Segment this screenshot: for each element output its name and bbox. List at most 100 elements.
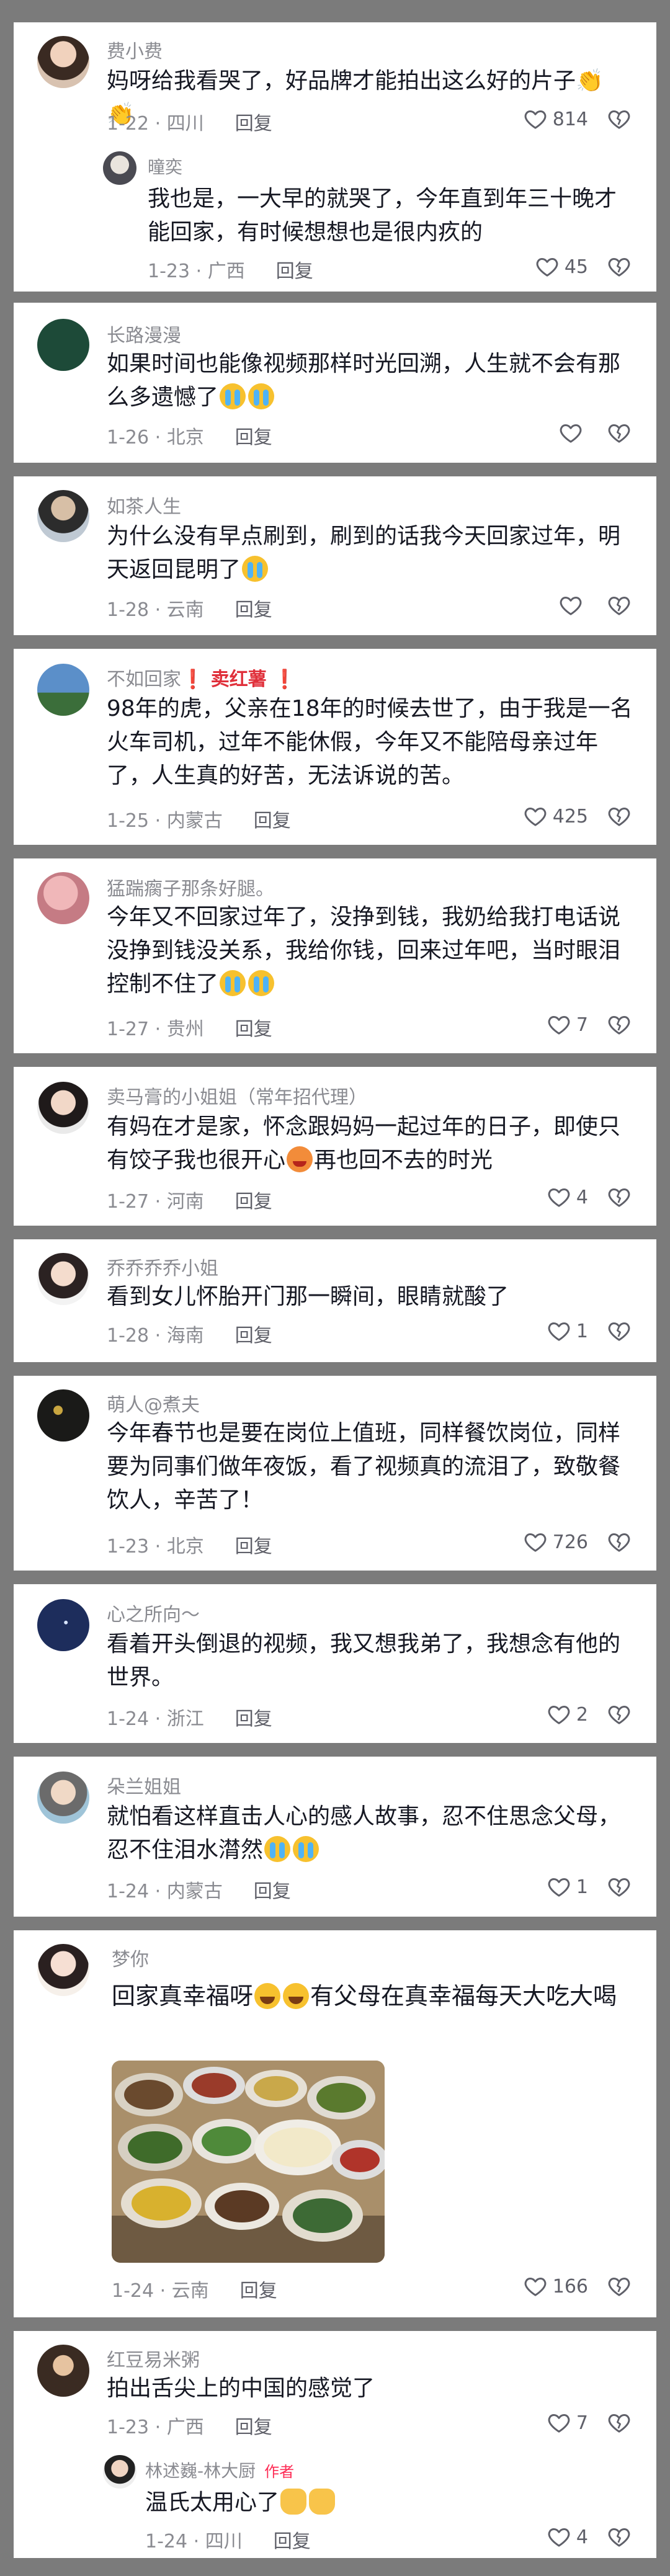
broken-heart-icon[interactable]: [607, 421, 632, 445]
comment-card: 朵兰姐姐 就怕看这样直击人心的感人故事，忍不住思念父母，忍不住泪水潸然 1-24…: [14, 1757, 656, 1917]
heart-outline-icon: [547, 1319, 571, 1344]
comment-author[interactable]: 不如回家❗ 卖红薯 ❗: [107, 664, 297, 691]
blushing-emoji-icon: [287, 1146, 313, 1172]
comment-text: 回家真幸福呀 有父母在真幸福每天大吃大喝: [112, 1982, 617, 2010]
crying-emoji-icon: [248, 383, 275, 409]
like-button[interactable]: 425: [523, 804, 588, 829]
avatar[interactable]: [37, 1253, 89, 1305]
comment-author[interactable]: 红豆易米粥: [107, 2345, 200, 2372]
like-button[interactable]: 1: [547, 1874, 588, 1899]
comment-card: 长路漫漫 如果时间也能像视频那样时光回溯，人生就不会有那么多遗憾了 1-26 ·…: [14, 303, 656, 463]
like-button[interactable]: 1: [547, 1319, 588, 1344]
reply-button[interactable]: 回复: [254, 810, 291, 832]
reply-button[interactable]: 回复: [235, 1536, 272, 1558]
broken-heart-icon[interactable]: [607, 1530, 632, 1554]
broken-heart-icon[interactable]: [607, 2525, 632, 2549]
like-button[interactable]: 45: [535, 254, 588, 279]
avatar[interactable]: [37, 1772, 89, 1824]
heart-outline-icon: [523, 804, 548, 829]
broken-heart-icon[interactable]: [607, 1319, 632, 1344]
reply-button[interactable]: 回复: [235, 2417, 272, 2438]
like-button[interactable]: 2: [547, 1702, 588, 1727]
comment-author[interactable]: 心之所向～: [107, 1599, 200, 1626]
reply-button[interactable]: 回复: [235, 599, 272, 621]
heart-outline-icon: [558, 593, 583, 618]
broken-heart-icon[interactable]: [607, 1874, 632, 1899]
reply-button[interactable]: 回复: [235, 1018, 272, 1040]
avatar[interactable]: [37, 1599, 89, 1651]
reply-button[interactable]: 回复: [235, 1325, 272, 1347]
avatar[interactable]: [37, 490, 89, 542]
reply-text: 我也是，一大早的就哭了，今年直到年三十晚才能回家，有时候想想也是很内疚的: [148, 186, 617, 245]
comment-text: 看到女儿怀胎开门那一瞬间，眼睛就酸了: [107, 1284, 509, 1309]
comment-author[interactable]: 卖马膏的小姐姐（常年招代理）: [107, 1082, 367, 1109]
broken-heart-icon[interactable]: [607, 2410, 632, 2435]
comment-text: 就怕看这样直击人心的感人故事，忍不住思念父母，忍不住泪水潸然: [107, 1804, 621, 1863]
comment-meta: 1-28 · 云南 回复: [107, 599, 272, 621]
comment-author[interactable]: 长路漫漫: [107, 320, 181, 347]
like-button[interactable]: 4: [547, 1185, 588, 1210]
comment-card: 梦你 回家真幸福呀 有父母在真幸福每天大吃大喝 1-24 · 云南 回复 166: [14, 1930, 656, 2317]
heart-outline-icon: [523, 107, 548, 131]
reply-button[interactable]: 回复: [235, 1708, 272, 1730]
avatar[interactable]: [37, 36, 89, 88]
avatar[interactable]: [37, 664, 89, 716]
like-button[interactable]: 814: [523, 107, 588, 131]
comment-card: 乔乔乔乔小姐 看到女儿怀胎开门那一瞬间，眼睛就酸了 1-28 · 海南 回复 1: [14, 1239, 656, 1362]
like-button[interactable]: 726: [523, 1530, 588, 1554]
reply-button[interactable]: 回复: [254, 1881, 291, 1902]
comment-card: 猛踹瘸子那条好腿。 今年又不回家过年了，没挣到钱，我奶给我打电话说没挣到钱没关系…: [14, 858, 656, 1053]
avatar[interactable]: [103, 2455, 136, 2489]
comment-card: 红豆易米粥 拍出舌尖上的中国的感觉了 1-23 · 广西 回复 7 林述巍-林大厨…: [14, 2331, 656, 2558]
comment-author[interactable]: 萌人@煮夫: [107, 1389, 200, 1417]
broken-heart-icon[interactable]: [607, 107, 632, 131]
heart-outline-icon: [547, 1185, 571, 1210]
broken-heart-icon[interactable]: [607, 2274, 632, 2299]
comment-text: 98年的虎，父亲在18年的时候去世了，由于我是一名火车司机，过年不能休假，今年又…: [107, 696, 633, 788]
comment-card: 卖马膏的小姐姐（常年招代理） 有妈在才是家，怀念跟妈妈一起过年的日子，即使只有饺…: [14, 1067, 656, 1226]
comment-author[interactable]: 乔乔乔乔小姐: [107, 1253, 218, 1280]
like-button[interactable]: [558, 421, 588, 445]
reply-author[interactable]: 曈奕: [148, 154, 182, 179]
broken-heart-icon[interactable]: [607, 1185, 632, 1210]
reply-button[interactable]: 回复: [235, 113, 272, 135]
broken-heart-icon[interactable]: [607, 1702, 632, 1727]
broken-heart-icon[interactable]: [607, 593, 632, 618]
avatar[interactable]: [37, 319, 89, 371]
crying-emoji-icon: [242, 556, 269, 582]
crying-emoji-icon: [220, 383, 246, 409]
avatar[interactable]: [37, 1082, 89, 1134]
comment-author[interactable]: 梦你: [112, 1944, 149, 1971]
comment-card: 费小费 妈呀给我看哭了，好品牌才能拍出这么好的片子👏👏 1-22 · 四川 回复 …: [14, 22, 656, 292]
comment-author[interactable]: 费小费: [107, 36, 163, 63]
comment-author[interactable]: 朵兰姐姐: [107, 1772, 181, 1799]
reply-button[interactable]: 回复: [274, 2531, 311, 2552]
avatar[interactable]: [37, 1944, 89, 1996]
broken-heart-icon[interactable]: [607, 1012, 632, 1037]
reply-button[interactable]: 回复: [276, 261, 313, 282]
reply-button[interactable]: 回复: [235, 1191, 272, 1213]
broken-heart-icon[interactable]: [607, 804, 632, 829]
like-button[interactable]: 7: [547, 2410, 588, 2435]
like-button[interactable]: 166: [523, 2274, 588, 2299]
avatar[interactable]: [37, 872, 89, 924]
reply-author[interactable]: 林述巍-林大厨 作者: [145, 2458, 294, 2482]
heart-outline-icon: [558, 421, 583, 445]
reply-button[interactable]: 回复: [235, 427, 272, 448]
comment-author[interactable]: 如茶人生: [107, 491, 181, 519]
comment-card: 萌人@煮夫 今年春节也是要在岗位上值班，同样餐饮岗位，同样要为同事们做年夜饭，看…: [14, 1376, 656, 1571]
comment-photo[interactable]: [112, 2061, 385, 2263]
heart-outline-icon: [547, 2525, 571, 2549]
crying-emoji-icon: [264, 1836, 291, 1862]
like-button[interactable]: 7: [547, 1012, 588, 1037]
reply-button[interactable]: 回复: [240, 2280, 277, 2302]
avatar[interactable]: [37, 2345, 89, 2397]
crying-emoji-icon: [248, 970, 275, 996]
avatar[interactable]: [103, 151, 136, 185]
like-button[interactable]: [558, 593, 588, 618]
comment-author[interactable]: 猛踹瘸子那条好腿。: [107, 873, 274, 901]
broken-heart-icon[interactable]: [607, 254, 632, 279]
avatar[interactable]: [37, 1389, 89, 1442]
like-button[interactable]: 4: [547, 2525, 588, 2549]
heart-outline-icon: [535, 254, 560, 279]
